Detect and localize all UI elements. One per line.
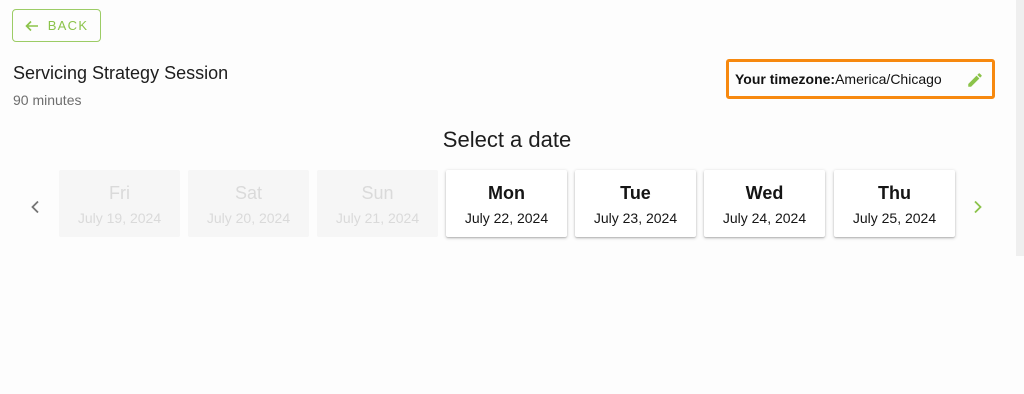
date-picker-heading: Select a date xyxy=(442,127,572,152)
timezone-value: America/Chicago xyxy=(835,71,942,87)
scheduler-page: BACK Servicing Strategy Session 90 minut… xyxy=(0,0,1024,394)
chevron-left-icon[interactable] xyxy=(28,197,42,217)
day-name: Wed xyxy=(745,183,784,203)
day-date: July 19, 2024 xyxy=(77,210,162,226)
day-card-sun: Sun July 21, 2024 xyxy=(317,170,438,237)
day-date: July 21, 2024 xyxy=(335,210,420,226)
pencil-icon[interactable] xyxy=(966,71,984,89)
day-card-thu[interactable]: Thu July 25, 2024 xyxy=(834,170,955,237)
day-card-wed[interactable]: Wed July 24, 2024 xyxy=(704,170,825,237)
scrollbar[interactable] xyxy=(1016,0,1024,256)
day-date: July 25, 2024 xyxy=(852,210,937,226)
back-button-label: BACK xyxy=(47,18,89,33)
event-title: Servicing Strategy Session xyxy=(13,63,229,83)
timezone-selector[interactable]: Your timezone: America/Chicago xyxy=(726,59,995,99)
day-date: July 20, 2024 xyxy=(206,210,291,226)
day-card-mon[interactable]: Mon July 22, 2024 xyxy=(446,170,567,237)
day-name: Tue xyxy=(620,183,651,203)
day-card-fri: Fri July 19, 2024 xyxy=(59,170,180,237)
day-name: Thu xyxy=(878,183,911,203)
back-button[interactable]: BACK xyxy=(12,9,101,42)
day-name: Sun xyxy=(361,183,394,203)
day-name: Sat xyxy=(234,183,263,203)
day-card-sat: Sat July 20, 2024 xyxy=(188,170,309,237)
chevron-right-icon[interactable] xyxy=(971,197,985,217)
day-date: July 24, 2024 xyxy=(722,210,807,226)
day-name: Fri xyxy=(109,183,130,203)
timezone-label: Your timezone: xyxy=(735,71,836,87)
day-date: July 22, 2024 xyxy=(464,210,549,226)
day-card-tue[interactable]: Tue July 23, 2024 xyxy=(575,170,696,237)
event-duration: 90 minutes xyxy=(13,92,82,108)
day-name: Mon xyxy=(488,183,525,203)
arrow-left-icon xyxy=(25,20,38,31)
day-date: July 23, 2024 xyxy=(593,210,678,226)
